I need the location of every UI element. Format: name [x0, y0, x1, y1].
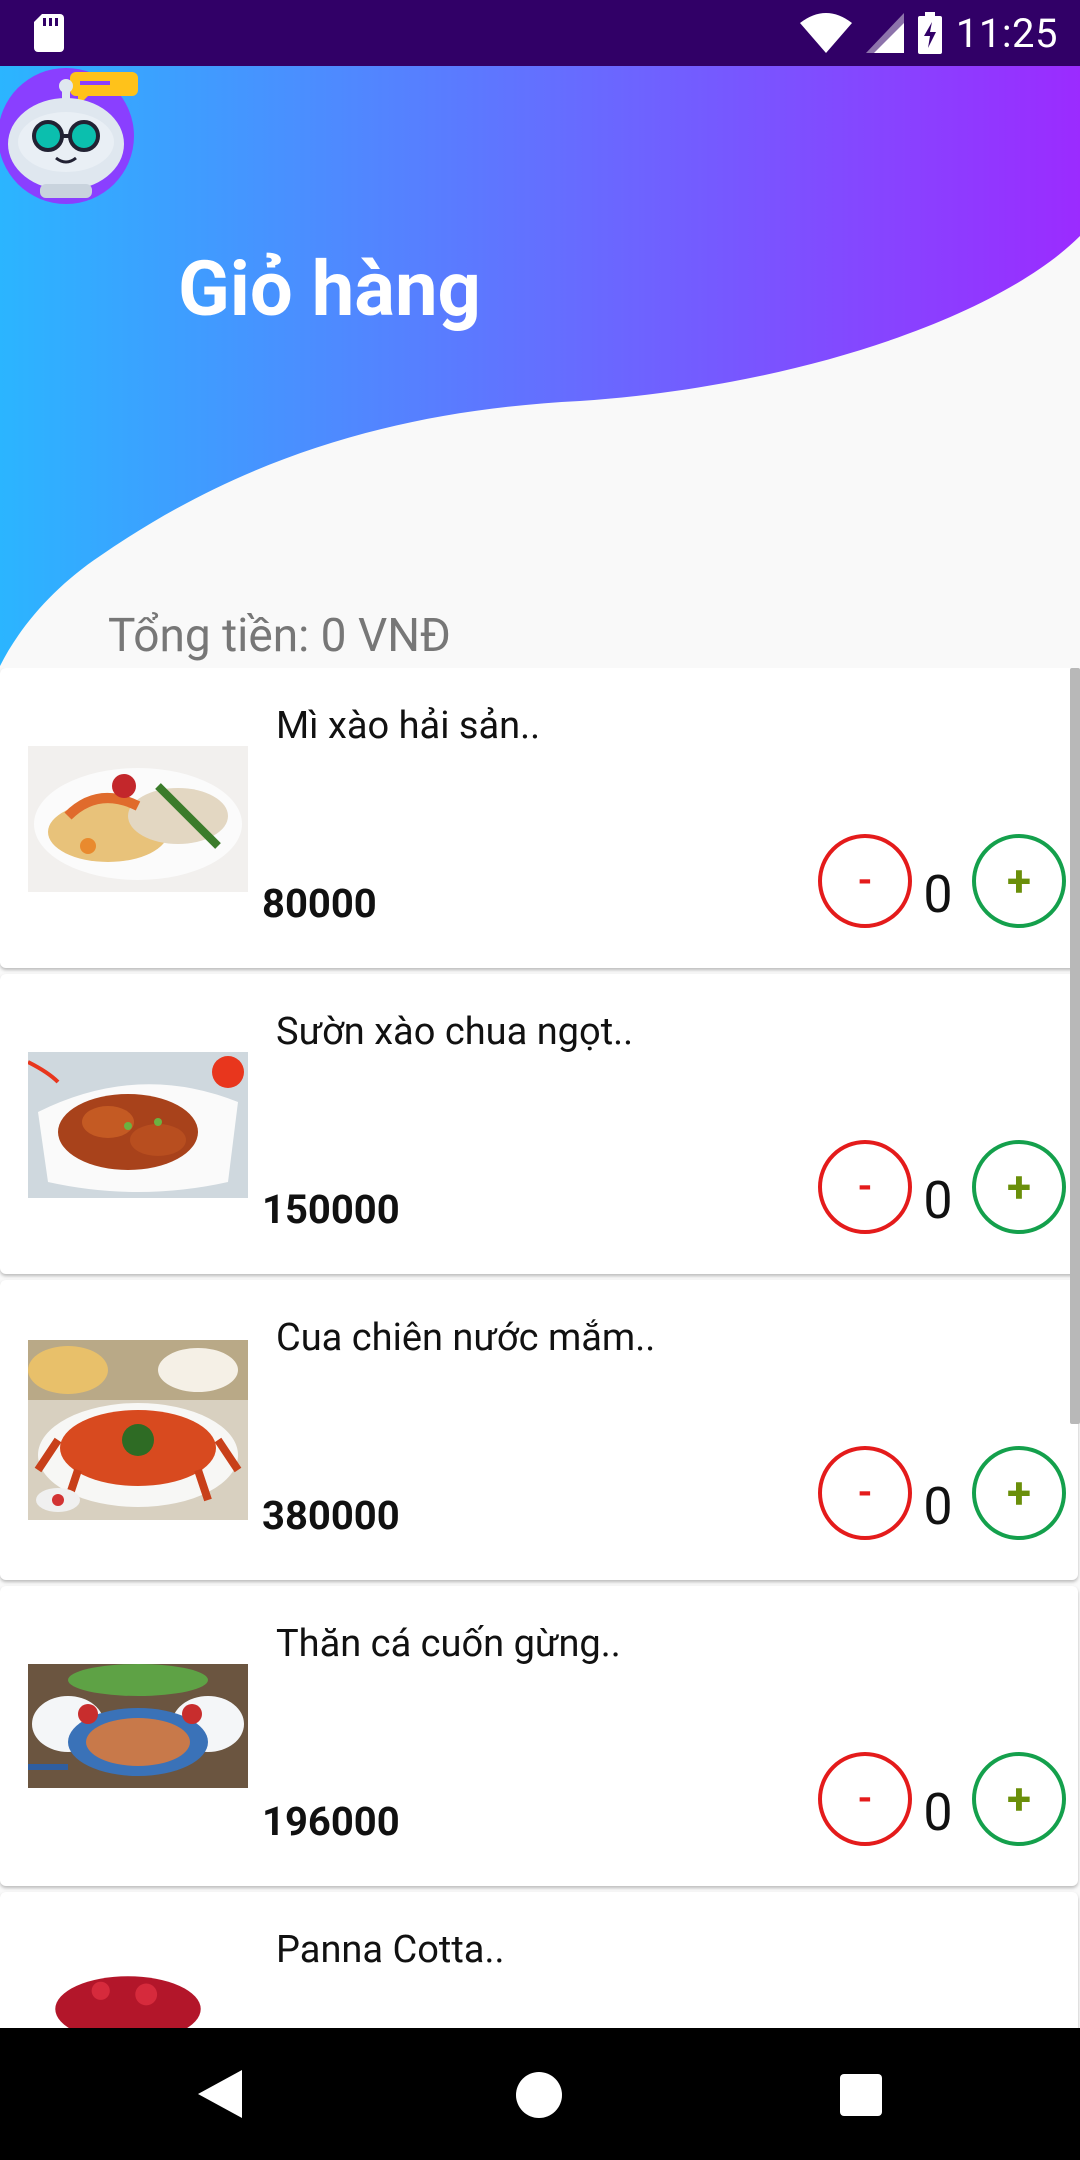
cart-item: Panna Cotta..	[0, 1892, 1078, 2028]
battery-icon	[917, 12, 942, 54]
item-price: 196000	[262, 1798, 400, 1845]
item-price: 380000	[262, 1492, 400, 1539]
item-name: Mì xào hải sản..	[276, 704, 541, 748]
decrease-quantity-button[interactable]: -	[818, 1752, 912, 1846]
cart-total: Tổng tiền: 0 VNĐ	[108, 609, 451, 663]
dish-photo-panna-cotta	[28, 1972, 228, 2028]
item-name: Panna Cotta..	[276, 1928, 505, 1972]
item-name: Sườn xào chua ngọt..	[276, 1010, 634, 1054]
increase-quantity-button[interactable]: +	[972, 1752, 1066, 1846]
recent-apps-icon[interactable]	[840, 2074, 882, 2116]
increase-quantity-button[interactable]: +	[972, 1140, 1066, 1234]
header: Giỏ hàng Tổng tiền: 0 VNĐ	[0, 66, 1080, 686]
cart-item: Sườn xào chua ngọt.. 150000 - 0 +	[0, 974, 1078, 1274]
navigation-bar	[0, 2028, 1080, 2160]
item-price: 80000	[262, 880, 377, 927]
decrease-quantity-button[interactable]: -	[818, 1140, 912, 1234]
increase-quantity-button[interactable]: +	[972, 1446, 1066, 1540]
decrease-quantity-button[interactable]: -	[818, 1446, 912, 1540]
dish-photo-sweet-sour-ribs	[28, 1052, 248, 1198]
item-quantity: 0	[923, 1170, 953, 1231]
decrease-quantity-button[interactable]: -	[818, 834, 912, 928]
scrollbar[interactable]	[1070, 668, 1080, 1424]
cart-list[interactable]: Mì xào hải sản.. 80000 - 0 + Sườn xào ch…	[0, 668, 1080, 2028]
clock: 11:25	[955, 9, 1058, 57]
item-quantity: 0	[923, 1476, 953, 1537]
item-quantity: 0	[923, 1782, 953, 1843]
status-bar: 11:25	[0, 0, 1080, 66]
header-wave-background	[0, 66, 1080, 666]
dish-photo-fish-rolls	[28, 1664, 248, 1788]
dish-photo-fried-noodles	[28, 746, 248, 892]
dish-photo-fried-crab	[28, 1340, 248, 1520]
item-name: Cua chiên nước mắm..	[276, 1316, 656, 1360]
page-title: Giỏ hàng	[178, 244, 481, 334]
sd-card-icon	[34, 14, 64, 52]
item-name: Thăn cá cuốn gừng..	[276, 1622, 621, 1666]
increase-quantity-button[interactable]: +	[972, 834, 1066, 928]
cart-item: Thăn cá cuốn gừng.. 196000 - 0 +	[0, 1586, 1078, 1886]
home-icon[interactable]	[516, 2072, 562, 2118]
robot-avatar-icon	[0, 68, 138, 204]
signal-icon	[865, 13, 904, 53]
cart-item: Cua chiên nước mắm.. 380000 - 0 +	[0, 1280, 1078, 1580]
cart-item: Mì xào hải sản.. 80000 - 0 +	[0, 668, 1078, 968]
back-icon[interactable]	[198, 2070, 242, 2118]
item-price: 150000	[262, 1186, 400, 1233]
wifi-icon	[799, 13, 852, 53]
item-quantity: 0	[923, 864, 953, 925]
